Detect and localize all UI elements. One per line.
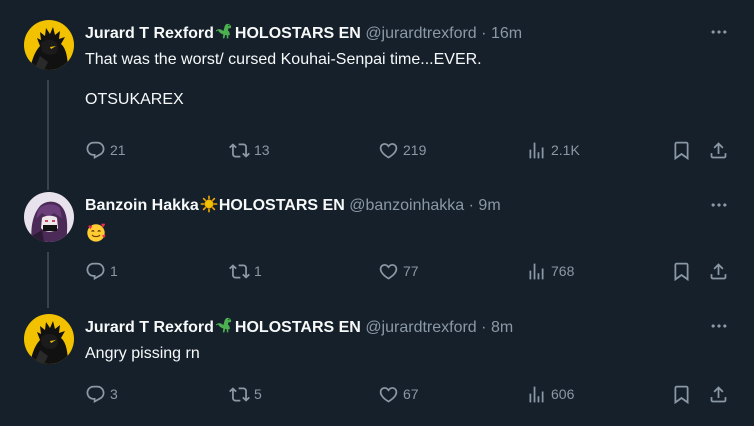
- like-count: 77: [403, 263, 419, 279]
- like-button[interactable]: 67: [378, 383, 419, 405]
- avatar[interactable]: [24, 192, 74, 242]
- retweet-icon: [229, 261, 250, 282]
- reply-count: 3: [110, 386, 118, 402]
- views-button[interactable]: 2.1K: [526, 139, 580, 161]
- share-icon: [708, 384, 729, 405]
- like-button[interactable]: 77: [378, 260, 419, 282]
- view-count: 2.1K: [551, 142, 580, 158]
- like-button[interactable]: 219: [378, 139, 426, 161]
- tweet[interactable]: Banzoin Hakka HOLOSTARS EN @banzoinhakka …: [0, 182, 754, 304]
- bookmark-button[interactable]: [671, 383, 692, 405]
- handle[interactable]: @jurardtrexford: [365, 319, 476, 336]
- affiliation-badge[interactable]: HOLOSTARS EN: [219, 197, 345, 214]
- more-options-icon[interactable]: [708, 316, 730, 336]
- dinosaur-emoji-icon: [215, 22, 234, 41]
- tweet-header: Jurard T Rexford HOLOSTARS EN @jurardtrex…: [85, 316, 513, 338]
- views-icon: [526, 261, 547, 282]
- tweet[interactable]: Jurard T Rexford HOLOSTARS EN @jurardtrex…: [0, 0, 754, 182]
- retweet-button[interactable]: 5: [229, 383, 262, 405]
- tweet-actions: 1 1 77 768: [85, 260, 730, 282]
- heart-icon: [378, 261, 399, 282]
- retweet-count: 5: [254, 386, 262, 402]
- reply-button[interactable]: 21: [85, 139, 126, 161]
- bookmark-icon: [671, 384, 692, 405]
- separator-dot: ·: [481, 319, 487, 336]
- heart-icon: [378, 140, 399, 161]
- affiliation-badge[interactable]: HOLOSTARS EN: [235, 319, 361, 336]
- more-options-icon[interactable]: [708, 195, 730, 215]
- retweet-icon: [229, 384, 250, 405]
- display-name[interactable]: Jurard T Rexford: [85, 25, 214, 42]
- bookmark-icon: [671, 140, 692, 161]
- timestamp[interactable]: 16m: [491, 25, 522, 42]
- views-button[interactable]: 606: [526, 383, 574, 405]
- reply-button[interactable]: 1: [85, 260, 118, 282]
- like-count: 67: [403, 386, 419, 402]
- tweet-text: That was the worst/ cursed Kouhai-Senpai…: [85, 51, 482, 108]
- bookmark-icon: [671, 261, 692, 282]
- reply-count: 1: [110, 263, 118, 279]
- sun-emoji-icon: [200, 195, 218, 213]
- tweet[interactable]: Jurard T Rexford HOLOSTARS EN @jurardtrex…: [0, 304, 754, 426]
- dinosaur-emoji-icon: [215, 316, 234, 335]
- view-count: 768: [551, 263, 575, 279]
- reply-count: 21: [110, 142, 126, 158]
- share-button[interactable]: [708, 383, 729, 405]
- tweet-text: Angry pissing rn: [85, 345, 200, 362]
- separator-dot: ·: [468, 197, 474, 214]
- handle[interactable]: @banzoinhakka: [349, 197, 464, 214]
- handle[interactable]: @jurardtrexford: [365, 25, 476, 42]
- share-button[interactable]: [708, 139, 729, 161]
- timestamp[interactable]: 8m: [491, 319, 513, 336]
- retweet-count: 13: [254, 142, 270, 158]
- heart-icon: [378, 384, 399, 405]
- affiliation-badge[interactable]: HOLOSTARS EN: [235, 25, 361, 42]
- reply-icon: [85, 261, 106, 282]
- tweet-actions: 21 13 219 2.1K: [85, 139, 730, 161]
- retweet-button[interactable]: 1: [229, 260, 262, 282]
- retweet-button[interactable]: 13: [229, 139, 270, 161]
- more-options-icon[interactable]: [708, 22, 730, 42]
- retweet-count: 1: [254, 263, 262, 279]
- views-button[interactable]: 768: [526, 260, 574, 282]
- bookmark-button[interactable]: [671, 139, 692, 161]
- tweet-header: Banzoin Hakka HOLOSTARS EN @banzoinhakka …: [85, 195, 501, 216]
- share-button[interactable]: [708, 260, 729, 282]
- share-icon: [708, 140, 729, 161]
- view-count: 606: [551, 386, 575, 402]
- views-icon: [526, 384, 547, 405]
- display-name[interactable]: Jurard T Rexford: [85, 319, 214, 336]
- smiling-face-with-hearts-icon: [85, 221, 107, 243]
- reply-button[interactable]: 3: [85, 383, 118, 405]
- reply-icon: [85, 140, 106, 161]
- display-name[interactable]: Banzoin Hakka: [85, 197, 199, 214]
- views-icon: [526, 140, 547, 161]
- share-icon: [708, 261, 729, 282]
- tweet-actions: 3 5 67 606: [85, 383, 730, 405]
- bookmark-button[interactable]: [671, 260, 692, 282]
- reply-icon: [85, 384, 106, 405]
- retweet-icon: [229, 140, 250, 161]
- timestamp[interactable]: 9m: [478, 197, 500, 214]
- tweet-header: Jurard T Rexford HOLOSTARS EN @jurardtrex…: [85, 22, 522, 44]
- avatar[interactable]: [24, 20, 74, 70]
- avatar[interactable]: [24, 314, 74, 364]
- separator-dot: ·: [481, 25, 487, 42]
- like-count: 219: [403, 142, 427, 158]
